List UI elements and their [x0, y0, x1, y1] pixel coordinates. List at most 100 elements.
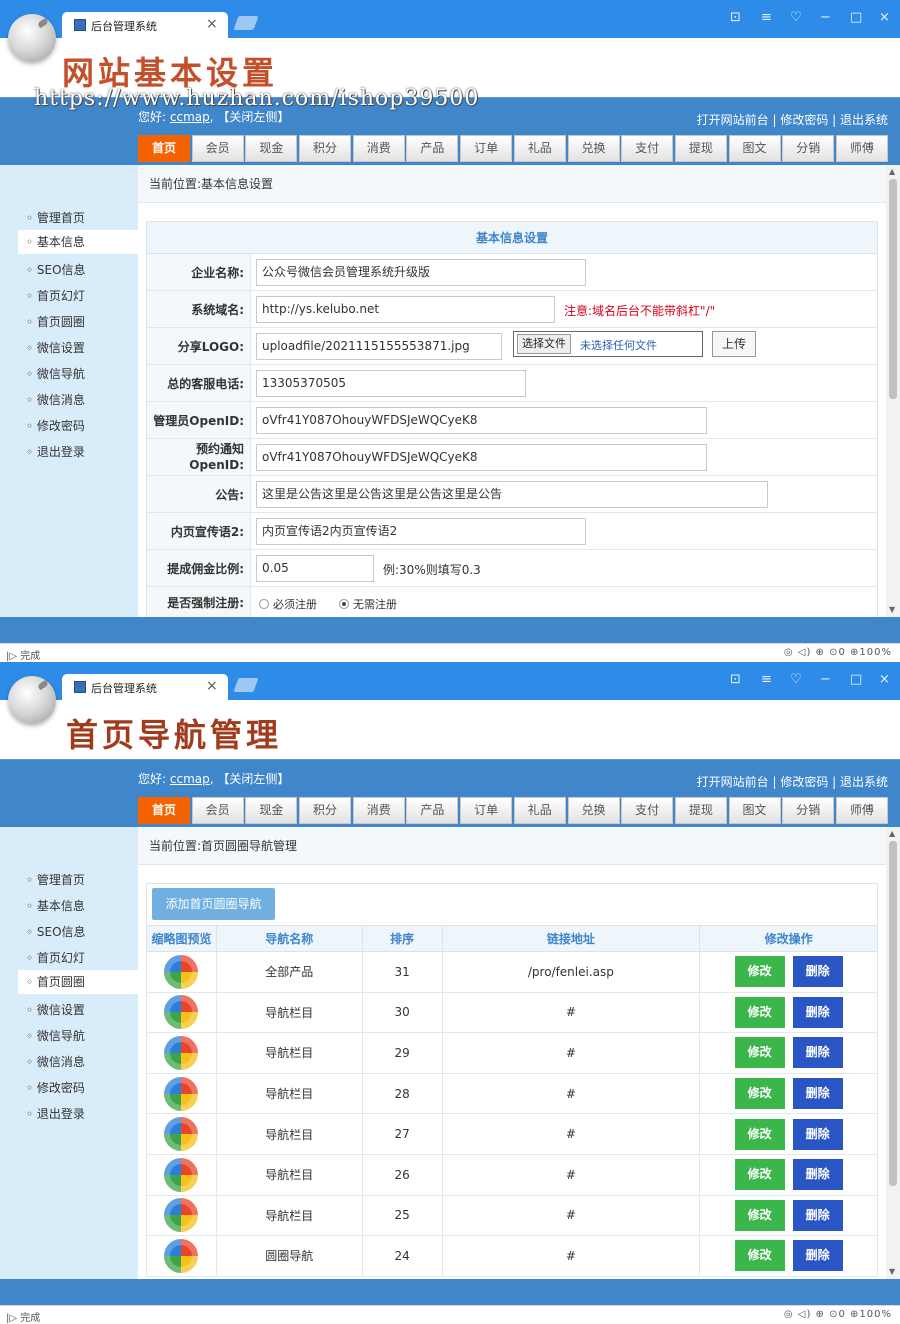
edit-button[interactable]: 修改 — [734, 1159, 785, 1191]
sidebar-item-wechat-settings[interactable]: ◦ 微信设置 — [26, 1001, 85, 1018]
sidebar-item-logout[interactable]: ◦ 退出登录 — [26, 1105, 85, 1122]
nav-withdraw[interactable]: 提现 — [674, 135, 727, 162]
delete-button[interactable]: 删除 — [792, 1199, 843, 1231]
username-link[interactable]: ccmap — [170, 110, 210, 124]
edit-button[interactable]: 修改 — [734, 1078, 785, 1110]
nav-gift[interactable]: 礼品 — [513, 135, 566, 162]
scroll-down-icon[interactable]: ▼ — [889, 605, 895, 614]
file-chooser[interactable]: 选择文件 未选择任何文件 — [513, 331, 703, 357]
nav-member[interactable]: 会员 — [191, 135, 244, 162]
nav-home[interactable]: 首页 — [138, 135, 190, 162]
window-mode-icon[interactable]: ⊡ — [730, 10, 741, 25]
slogan-input[interactable]: 内页宣传语2内页宣传语2 — [256, 518, 586, 545]
notify-openid-input[interactable]: oVfr41Y087OhouyWFDSJeWQCyeK8 — [256, 444, 707, 471]
nav-payment[interactable]: 支付 — [621, 135, 674, 162]
sidebar-item-circles[interactable]: ◦ 首页圆圈 — [26, 313, 85, 330]
nav-product[interactable]: 产品 — [406, 135, 459, 162]
sidebar-item-slides[interactable]: ◦ 首页幻灯 — [26, 287, 85, 304]
scroll-up-icon[interactable]: ▲ — [889, 167, 895, 176]
edit-button[interactable]: 修改 — [734, 1037, 785, 1069]
sidebar-item-seo[interactable]: ◦ SEO信息 — [26, 923, 86, 940]
sidebar-item-logout[interactable]: ◦ 退出登录 — [26, 443, 85, 460]
nav-article[interactable]: 图文 — [728, 797, 781, 824]
close-left-link[interactable]: , 【关闭左侧】 — [210, 110, 290, 124]
edit-button[interactable]: 修改 — [734, 1240, 785, 1272]
status-icons[interactable]: ◎ ◁) ⊕ ⊙0 ⊕100% — [784, 647, 892, 658]
sidebar-item-slides[interactable]: ◦ 首页幻灯 — [26, 949, 85, 966]
edit-button[interactable]: 修改 — [734, 1118, 785, 1150]
top-links[interactable]: 打开网站前台 | 修改密码 | 退出系统 — [697, 111, 888, 128]
sidebar-item-basic-info[interactable]: ◦ 基本信息 — [26, 897, 85, 914]
delete-button[interactable]: 删除 — [792, 956, 843, 988]
tab-close-icon[interactable]: × — [206, 16, 218, 32]
delete-button[interactable]: 删除 — [792, 1159, 843, 1191]
edit-button[interactable]: 修改 — [734, 996, 785, 1028]
nav-consume[interactable]: 消费 — [352, 135, 405, 162]
radio-required[interactable]: 必须注册 — [259, 596, 317, 612]
close-left-link[interactable]: , 【关闭左侧】 — [210, 772, 290, 786]
sidebar-item-wechat-messages[interactable]: ◦ 微信消息 — [26, 1053, 85, 1070]
tab-close-icon[interactable]: × — [206, 678, 218, 694]
sidebar-item-wechat-messages[interactable]: ◦ 微信消息 — [26, 391, 85, 408]
choose-file-button[interactable]: 选择文件 — [517, 334, 571, 354]
edit-button[interactable]: 修改 — [734, 956, 785, 988]
nav-distribution[interactable]: 分销 — [782, 797, 835, 824]
nav-points[interactable]: 积分 — [299, 797, 352, 824]
sidebar-item-basic-info[interactable]: ◦ 基本信息 — [18, 230, 138, 254]
delete-button[interactable]: 删除 — [792, 1037, 843, 1069]
username-link[interactable]: ccmap — [170, 772, 210, 786]
nav-payment[interactable]: 支付 — [621, 797, 674, 824]
nav-distribution[interactable]: 分销 — [782, 135, 835, 162]
new-tab-button[interactable] — [233, 678, 259, 692]
status-icons[interactable]: ◎ ◁) ⊕ ⊙0 ⊕100% — [784, 1309, 892, 1320]
window-mode-icon[interactable]: ⊡ — [730, 672, 741, 687]
menu-icon[interactable]: ≡ — [761, 672, 772, 687]
vertical-scrollbar[interactable]: ▲ ▼ — [886, 827, 900, 1279]
sidebar-item-admin-home[interactable]: ◦ 管理首页 — [26, 871, 85, 888]
nav-points[interactable]: 积分 — [299, 135, 352, 162]
nav-consume[interactable]: 消费 — [352, 797, 405, 824]
delete-button[interactable]: 删除 — [792, 1118, 843, 1150]
scroll-thumb[interactable] — [889, 841, 897, 1186]
nav-master[interactable]: 师傅 — [835, 135, 888, 162]
phone-input[interactable]: 13305370505 — [256, 370, 526, 397]
nav-home[interactable]: 首页 — [138, 797, 190, 824]
sidebar-item-seo[interactable]: ◦ SEO信息 — [26, 261, 86, 278]
new-tab-button[interactable] — [233, 16, 259, 30]
add-circle-nav-button[interactable]: 添加首页圆圈导航 — [152, 888, 275, 920]
delete-button[interactable]: 删除 — [792, 1240, 843, 1272]
maximize-icon[interactable]: □ — [850, 10, 862, 25]
maximize-icon[interactable]: □ — [850, 672, 862, 687]
nav-member[interactable]: 会员 — [191, 797, 244, 824]
nav-cash[interactable]: 现金 — [245, 135, 298, 162]
browser-tab[interactable]: 后台管理系统 × — [62, 12, 228, 38]
nav-order[interactable]: 订单 — [460, 797, 513, 824]
delete-button[interactable]: 删除 — [792, 1078, 843, 1110]
top-links[interactable]: 打开网站前台 | 修改密码 | 退出系统 — [697, 773, 888, 790]
nav-order[interactable]: 订单 — [460, 135, 513, 162]
vertical-scrollbar[interactable]: ▲ ▼ — [886, 165, 900, 617]
menu-icon[interactable]: ≡ — [761, 10, 772, 25]
nav-master[interactable]: 师傅 — [835, 797, 888, 824]
skin-icon[interactable]: ♡ — [790, 672, 802, 687]
scroll-down-icon[interactable]: ▼ — [889, 1267, 895, 1276]
minimize-icon[interactable]: − — [820, 10, 831, 25]
domain-input[interactable]: http://ys.kelubo.net — [256, 296, 555, 323]
logo-input[interactable]: uploadfile/2021115155553871.jpg — [256, 333, 502, 360]
nav-product[interactable]: 产品 — [406, 797, 459, 824]
sidebar-item-circles[interactable]: ◦ 首页圆圈 — [18, 970, 138, 994]
sidebar-item-wechat-settings[interactable]: ◦ 微信设置 — [26, 339, 85, 356]
close-window-icon[interactable]: × — [879, 672, 890, 687]
minimize-icon[interactable]: − — [820, 672, 831, 687]
upload-button[interactable]: 上传 — [712, 331, 756, 357]
radio-not-required[interactable]: 无需注册 — [339, 596, 397, 612]
openid-input[interactable]: oVfr41Y087OhouyWFDSJeWQCyeK8 — [256, 407, 707, 434]
nav-exchange[interactable]: 兑换 — [567, 797, 620, 824]
nav-withdraw[interactable]: 提现 — [674, 797, 727, 824]
sidebar-item-admin-home[interactable]: ◦ 管理首页 — [26, 209, 85, 226]
skin-icon[interactable]: ♡ — [790, 10, 802, 25]
notice-input[interactable]: 这里是公告这里是公告这里是公告这里是公告 — [256, 481, 768, 508]
close-window-icon[interactable]: × — [879, 10, 890, 25]
nav-exchange[interactable]: 兑换 — [567, 135, 620, 162]
nav-cash[interactable]: 现金 — [245, 797, 298, 824]
